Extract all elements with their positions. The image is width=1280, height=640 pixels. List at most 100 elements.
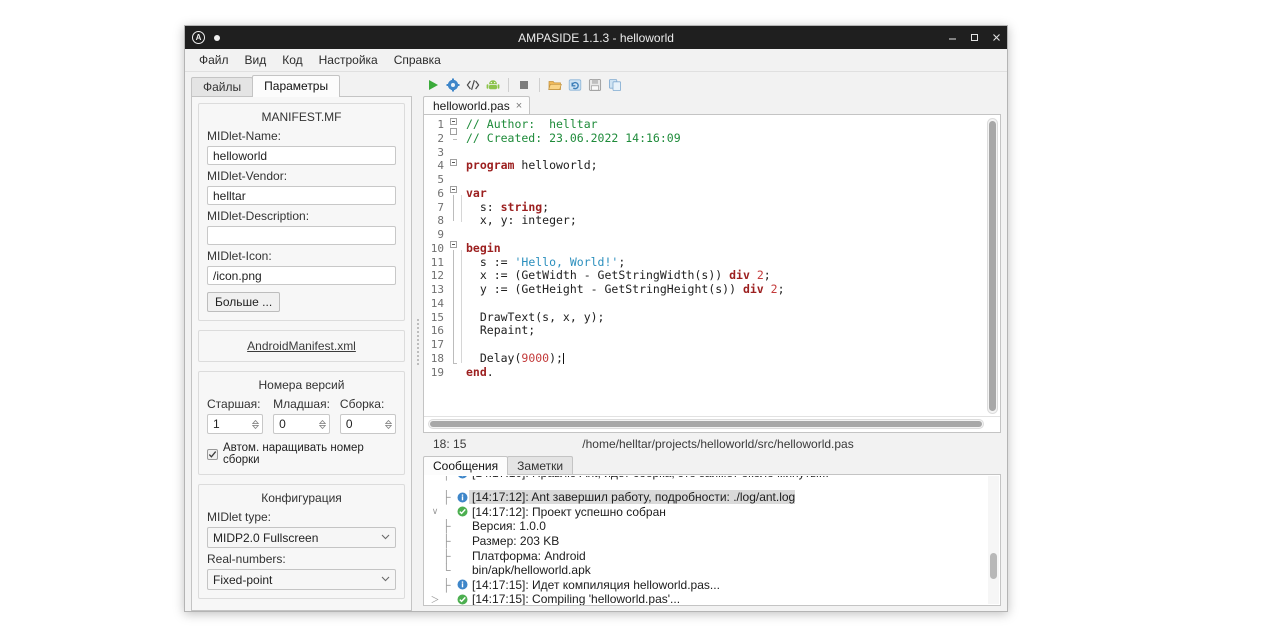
- menu-item-code[interactable]: Код: [274, 51, 310, 69]
- list-item[interactable]: ├ Версия: 1.0.0: [424, 519, 1000, 534]
- menu-item-help[interactable]: Справка: [386, 51, 449, 69]
- code-line[interactable]: // Created: 23.06.2022 14:16:09: [466, 131, 1000, 146]
- menu-item-view[interactable]: Вид: [237, 51, 275, 69]
- close-icon[interactable]: ×: [516, 100, 522, 112]
- editor-vertical-scrollbar[interactable]: [987, 118, 998, 414]
- tab-files[interactable]: Файлы: [191, 77, 254, 97]
- scrollbar-thumb[interactable]: [990, 552, 997, 579]
- list-item[interactable]: └ bin/apk/helloworld.apk: [424, 563, 1000, 578]
- midlet-type-label: MIDlet type:: [207, 510, 272, 524]
- stepper-arrows-icon[interactable]: [385, 419, 392, 429]
- auto-increment-build-row[interactable]: Автом. наращивать номер сборки: [207, 442, 396, 466]
- code-line[interactable]: [466, 228, 1000, 242]
- code-editor[interactable]: 1 2 3 4 5 6 7 8 9 10 11 12 13 14 15 16 17 18 19 // Author:…: [423, 114, 1001, 433]
- list-item[interactable]: ├ [14:17:10]: Правлю Ant, идет сборка, э…: [424, 476, 988, 481]
- line-number: 9: [437, 228, 444, 241]
- log-output-panel[interactable]: ├ [14:17:10]: Правлю Ant, идет сборка, э…: [423, 474, 1001, 606]
- code-line[interactable]: [466, 297, 1000, 311]
- scrollbar-thumb[interactable]: [989, 121, 996, 411]
- fold-toggle[interactable]: [450, 159, 457, 166]
- configuration-group-title: Конфигурация: [261, 491, 342, 505]
- tab-parameters[interactable]: Параметры: [252, 75, 341, 97]
- midlet-name-label: MIDlet-Name:: [207, 129, 282, 143]
- midlet-icon-input[interactable]: /icon.png: [207, 266, 396, 285]
- code-line[interactable]: Repaint;: [466, 323, 1000, 338]
- tree-expander-icon[interactable]: ＞: [428, 593, 442, 605]
- minimize-button[interactable]: [941, 26, 963, 49]
- midlet-vendor-input[interactable]: helltar: [207, 186, 396, 205]
- editor-tab-helloworld-pas[interactable]: helloworld.pas ×: [423, 96, 531, 115]
- stepper-arrows-icon[interactable]: [318, 419, 326, 429]
- code-line[interactable]: s := 'Hello, World!';: [466, 255, 1000, 270]
- scrollbar-thumb[interactable]: [430, 421, 982, 427]
- code-fold-column[interactable]: [448, 115, 460, 416]
- editor-horizontal-scrollbar[interactable]: [428, 419, 984, 429]
- midlet-type-select[interactable]: MIDP2.0 Fullscreen: [207, 527, 396, 548]
- code-line[interactable]: begin: [466, 241, 1000, 256]
- line-number: 17: [430, 338, 444, 351]
- code-brackets-icon[interactable]: [465, 77, 481, 93]
- more-button[interactable]: Больше ...: [207, 292, 281, 312]
- window-title: AMPASIDE 1.1.3 - helloworld: [518, 30, 674, 45]
- log-tabs: Сообщения Заметки: [423, 455, 1001, 475]
- version-major-stepper[interactable]: 1: [207, 414, 264, 434]
- line-number: 16: [430, 324, 444, 338]
- code-text-area[interactable]: // Author: helltar// Created: 23.06.2022…: [460, 115, 1000, 416]
- real-numbers-select[interactable]: Fixed-point: [207, 569, 396, 590]
- line-number: 18: [430, 351, 444, 365]
- refresh-icon[interactable]: [567, 77, 583, 93]
- code-line[interactable]: [466, 173, 1000, 187]
- list-item[interactable]: ＞ [14:17:15]: Compiling 'helloworld.pas'.…: [424, 592, 1000, 606]
- log-row-text: [14:17:15]: Compiling 'helloworld.pas'..…: [472, 592, 681, 606]
- stop-icon[interactable]: [516, 77, 532, 93]
- build-gear-icon[interactable]: [445, 77, 461, 93]
- code-line[interactable]: program helloworld;: [466, 158, 1000, 173]
- code-line[interactable]: s: string;: [466, 200, 1000, 215]
- stepper-arrows-icon[interactable]: [252, 419, 260, 429]
- fold-toggle[interactable]: [450, 241, 457, 248]
- panel-splitter[interactable]: [412, 72, 423, 611]
- list-item[interactable]: ├ Размер: 203 KB: [424, 534, 1000, 549]
- log-list: ├ [14:17:12]: Ant завершил работу, подроб…: [424, 475, 1000, 606]
- midlet-name-input[interactable]: helloworld: [207, 146, 396, 165]
- code-line[interactable]: y := (GetHeight - GetStringHeight(s)) di…: [466, 282, 1000, 297]
- fold-toggle[interactable]: [450, 186, 457, 193]
- version-minor-stepper[interactable]: 0: [273, 414, 330, 434]
- log-vertical-scrollbar[interactable]: [988, 476, 999, 604]
- tab-notes[interactable]: Заметки: [507, 456, 574, 475]
- midlet-description-input[interactable]: [207, 226, 396, 245]
- code-line[interactable]: x, y: integer;: [466, 213, 1000, 228]
- code-line[interactable]: [466, 338, 1000, 352]
- copy-icon[interactable]: [607, 77, 623, 93]
- version-major-value: 1: [213, 417, 220, 431]
- fold-toggle[interactable]: [450, 128, 457, 135]
- menu-item-settings[interactable]: Настройка: [311, 51, 386, 69]
- line-number-gutter: 1 2 3 4 5 6 7 8 9 10 11 12 13 14 15 16 17 18 19: [424, 115, 448, 416]
- android-icon[interactable]: [485, 77, 501, 93]
- code-line[interactable]: end.: [466, 365, 1000, 380]
- code-line[interactable]: x := (GetWidth - GetStringWidth(s)) div …: [466, 268, 1000, 283]
- fold-toggle[interactable]: [450, 118, 457, 125]
- list-item[interactable]: ∨ [14:17:12]: Проект успешно собран: [424, 505, 1000, 520]
- tree-expander-icon[interactable]: ∨: [428, 506, 442, 517]
- code-line[interactable]: Delay(9000);: [466, 351, 1000, 366]
- maximize-button[interactable]: [963, 26, 985, 49]
- android-manifest-link[interactable]: AndroidManifest.xml: [247, 339, 356, 353]
- tree-branch-icon: ├: [442, 548, 451, 563]
- list-item[interactable]: ├ [14:17:15]: Идет компиляция helloworld.…: [424, 578, 1000, 593]
- version-build-stepper[interactable]: 0: [339, 414, 396, 434]
- code-line[interactable]: [466, 146, 1000, 160]
- menu-item-file[interactable]: Файл: [191, 51, 237, 69]
- left-panel: Файлы Параметры MANIFEST.MF MIDlet-Name:…: [185, 72, 412, 611]
- save-icon[interactable]: [587, 77, 603, 93]
- auto-increment-checkbox[interactable]: [207, 448, 218, 460]
- run-icon[interactable]: [425, 77, 441, 93]
- list-item[interactable]: ├ [14:17:12]: Ant завершил работу, подроб…: [424, 490, 1000, 505]
- code-line[interactable]: DrawText(s, x, y);: [466, 310, 1000, 325]
- open-folder-icon[interactable]: [547, 77, 563, 93]
- code-line[interactable]: // Author: helltar: [466, 117, 1000, 132]
- code-line[interactable]: var: [466, 186, 1000, 201]
- close-button[interactable]: [985, 26, 1007, 49]
- tab-messages[interactable]: Сообщения: [423, 456, 509, 475]
- list-item[interactable]: ├ Платформа: Android: [424, 548, 1000, 563]
